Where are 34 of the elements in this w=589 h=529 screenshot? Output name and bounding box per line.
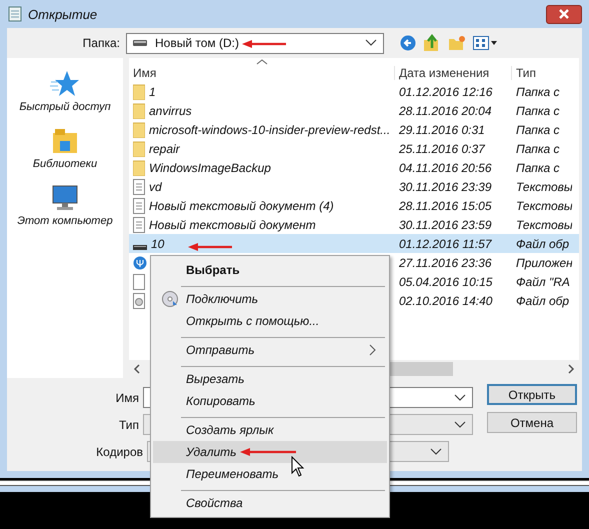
file-type: Папка с [515,142,561,156]
file-date: 28.11.2016 15:05 [398,198,493,212]
file-name: 10 [151,236,164,250]
file-name: 1 [149,84,156,98]
window-title: Открытие [28,6,98,22]
file-date: 28.11.2016 20:04 [398,104,493,118]
file-date: 30.11.2016 23:39 [398,180,493,194]
field-label: Тип [118,418,140,432]
file-date: 01.12.2016 11:57 [398,236,493,250]
field-label: Кодиров [95,444,144,458]
file-type: Файл обр [515,236,570,250]
file-date: 05.04.2016 10:15 [398,274,494,288]
file-name: WindowsImageBackup [149,160,271,174]
file-name: Новый текстовый документ [149,218,316,232]
file-date: 29.11.2016 0:31 [398,122,486,136]
file-type: Папка с [515,160,561,174]
file-type: Файл "RA [515,274,571,288]
file-type: Папка с [515,122,561,136]
file-name: repair [149,142,180,156]
file-name: vd [149,180,162,194]
field-label: Имя [114,390,140,404]
file-name: microsoft-windows-10-insider-preview-redst... [149,122,390,136]
file-type: Папка с [515,104,561,118]
file-type: Папка с [515,84,561,98]
file-date: 27.11.2016 23:36 [398,256,493,270]
file-name: Новый текстовый документ (4) [149,198,334,212]
folder-label: Папка: [82,36,121,50]
file-date: 30.11.2016 23:59 [398,218,493,232]
file-date: 04.11.2016 20:56 [398,160,493,174]
file-name: anvirrus [149,104,192,118]
file-date: 25.11.2016 0:37 [398,142,486,156]
file-type: Файл обр [515,294,570,308]
file-date: 02.10.2016 14:40 [398,294,494,308]
file-date: 01.12.2016 12:16 [398,84,494,98]
